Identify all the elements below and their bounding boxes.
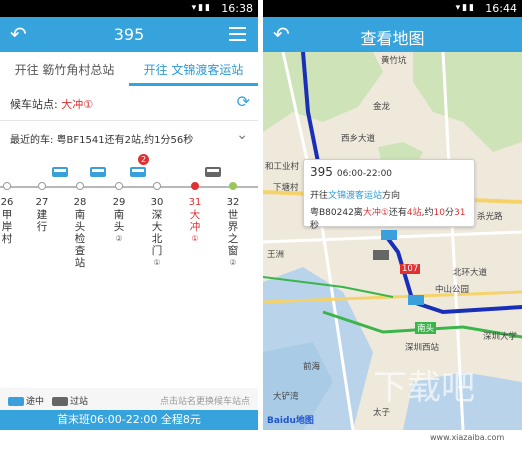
chevron-down-icon[interactable]: ⌄ bbox=[236, 127, 248, 143]
waiting-stop-value: 大冲① bbox=[61, 98, 94, 111]
map-label: 和工业村 bbox=[265, 162, 300, 172]
bus-icon[interactable] bbox=[90, 167, 106, 177]
stop-label[interactable]: 32 世界之窗 ② bbox=[226, 197, 240, 269]
road-number-badge: 107 bbox=[400, 264, 421, 274]
stop-dot bbox=[3, 182, 11, 190]
watermark-url: www.xiazaiba.com bbox=[430, 433, 505, 442]
map-label: 杀光路 bbox=[477, 212, 503, 222]
tab-direction-2[interactable]: 开往 文锦渡客运站 bbox=[129, 61, 258, 78]
footer-schedule: 首末班06:00-22:00 全程8元 bbox=[0, 410, 258, 430]
popup-direction-station: 文锦渡客运站 bbox=[328, 191, 383, 201]
stop-dot bbox=[153, 182, 161, 190]
signal-icon: ▾▮▮ bbox=[455, 3, 476, 13]
stop-dot bbox=[229, 182, 237, 190]
stop-dot bbox=[115, 182, 123, 190]
map-label: 金龙 bbox=[373, 102, 391, 112]
stop-label[interactable]: 27 建行 bbox=[35, 197, 49, 233]
page-title: 395 bbox=[113, 25, 145, 44]
right-screen: ▾▮▮ 16:44 ↶ 查看地图 黄竹坑 金龙 西乡大道 和工业村 下塘村 王洲… bbox=[263, 0, 522, 430]
waiting-stop-label: 候车站点: bbox=[10, 98, 58, 111]
map-label: 中山公园 bbox=[435, 285, 470, 295]
bus-passed-icon[interactable] bbox=[205, 167, 221, 177]
stop-dot bbox=[76, 182, 84, 190]
popup-route: 395 bbox=[310, 165, 333, 179]
baidu-logo: Baidu地图 bbox=[267, 416, 314, 426]
status-time: 16:38 bbox=[221, 2, 253, 15]
status-bar: ▾▮▮ 16:38 bbox=[0, 0, 258, 17]
nearest-bus-text: 最近的车: 粤BF1541还有2站,约1分56秒 bbox=[10, 135, 194, 146]
bus-passed-legend-icon bbox=[52, 397, 68, 406]
menu-list-icon[interactable] bbox=[229, 27, 246, 45]
legend-moving-label: 途中 bbox=[26, 397, 45, 407]
stop-label[interactable]: 30 深大北门 ① bbox=[150, 197, 164, 269]
legend-passed-label: 过站 bbox=[70, 397, 89, 407]
selected-stop-label[interactable]: 31 大冲 ① bbox=[188, 197, 202, 245]
bus-marker-icon[interactable] bbox=[373, 250, 389, 260]
app-bar: ↶ 395 bbox=[0, 17, 258, 52]
bus-moving-icon bbox=[8, 397, 24, 406]
bus-info-popup[interactable]: 395 06:00-22:00 开往文锦渡客运站方向 粤B80242离大冲①还有4… bbox=[303, 159, 475, 231]
status-time: 16:44 bbox=[485, 2, 517, 15]
map-label: 北环大道 bbox=[453, 268, 488, 278]
map-label: 前海 bbox=[303, 362, 321, 372]
watermark: 下载吧 bbox=[373, 368, 475, 408]
bus-count-badge: 2 bbox=[138, 154, 149, 165]
metro-station-label: 南头 bbox=[415, 322, 437, 334]
map-label: 深圳大学 bbox=[483, 332, 518, 342]
bus-icon[interactable] bbox=[52, 167, 68, 177]
map-label: 深圳西站 bbox=[405, 343, 440, 353]
left-screen: ▾▮▮ 16:38 ↶ 395 开往 簕竹角村总站 开往 文锦渡客运站 候车站点… bbox=[0, 0, 258, 430]
direction-tabs: 开往 簕竹角村总站 开往 文锦渡客运站 bbox=[0, 52, 258, 87]
stop-label[interactable]: 29 南头 ② bbox=[112, 197, 126, 245]
bus-icon[interactable] bbox=[130, 167, 146, 177]
tab-direction-1[interactable]: 开往 簕竹角村总站 bbox=[0, 61, 129, 78]
selected-stop-dot bbox=[191, 182, 199, 190]
stop-label[interactable]: 28 南头检查站 bbox=[73, 197, 87, 269]
change-stop-hint: 点击站名更换候车站点 bbox=[159, 397, 250, 407]
waiting-stop-row[interactable]: 候车站点: 大冲① ⟳ bbox=[0, 86, 258, 121]
bus-marker-icon[interactable] bbox=[408, 295, 424, 305]
nearest-bus-row[interactable]: 最近的车: 粤BF1541还有2站,约1分56秒 ⌄ bbox=[0, 121, 258, 154]
map-label: 西乡大道 bbox=[341, 134, 376, 144]
bus-marker-icon[interactable] bbox=[381, 230, 397, 240]
legend: 途中 过站 点击站名更换候车站点 bbox=[0, 392, 258, 408]
popup-time: 06:00-22:00 bbox=[336, 169, 393, 179]
app-bar: ↶ 查看地图 bbox=[263, 17, 522, 52]
stop-dot bbox=[38, 182, 46, 190]
map-label: 王洲 bbox=[267, 250, 285, 260]
stop-label[interactable]: 26 甲岸村 bbox=[0, 197, 14, 245]
status-bar: ▾▮▮ 16:44 bbox=[263, 0, 522, 17]
map-label: 大铲湾 bbox=[273, 392, 299, 402]
map-label: 黄竹坑 bbox=[381, 56, 407, 66]
page-title: 查看地图 bbox=[360, 29, 425, 48]
route-diagram: 2 26 甲岸村 27 建行 28 南头检查站 29 南头 ② 30 深大北门 ① 31 大冲 ①… bbox=[0, 153, 258, 388]
map-label: 下塘村 bbox=[273, 183, 299, 193]
refresh-icon[interactable]: ⟳ bbox=[237, 92, 250, 111]
signal-icon: ▾▮▮ bbox=[191, 3, 212, 13]
